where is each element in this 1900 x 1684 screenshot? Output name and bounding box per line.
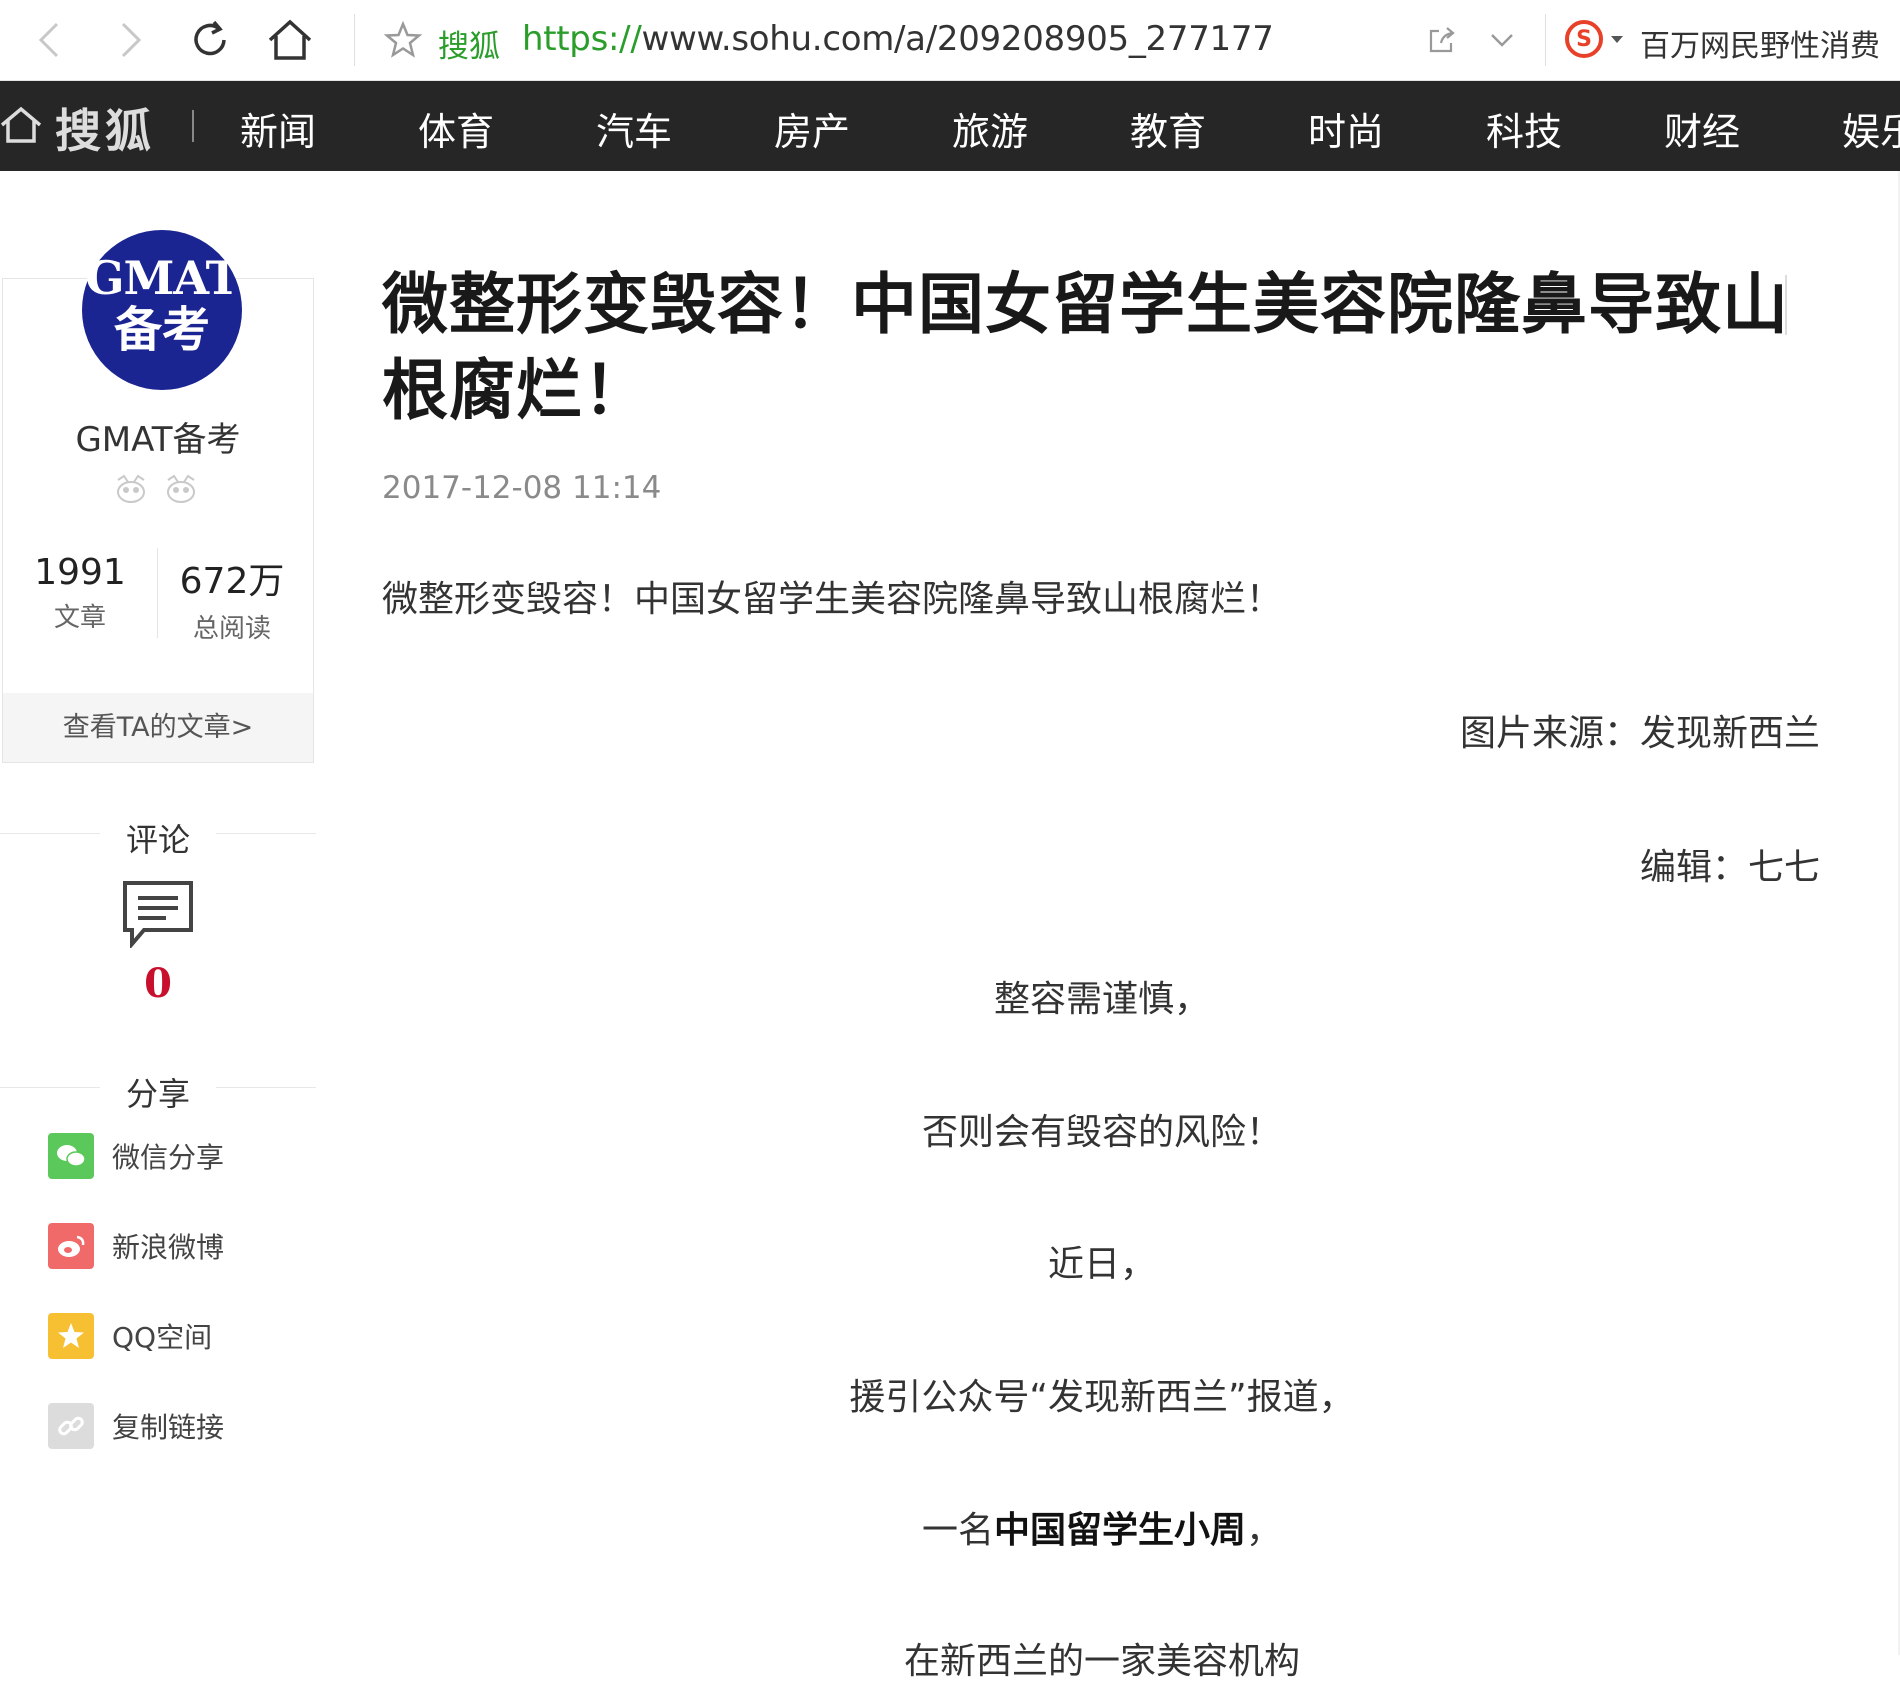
sogou-caret-icon[interactable] bbox=[1610, 35, 1624, 45]
weibo-icon bbox=[48, 1223, 94, 1269]
nav-item-sports[interactable]: 体育 bbox=[418, 101, 494, 156]
image-source: 图片来源：发现新西兰 bbox=[1459, 713, 1820, 754]
site-navigation: 搜狐 新闻 体育 汽车 房产 旅游 教育 时尚 科技 财经 娱乐 bbox=[0, 81, 1900, 171]
site-label: 搜狐 bbox=[438, 29, 500, 65]
nav-item-finance[interactable]: 财经 bbox=[1664, 101, 1740, 156]
comment-icon[interactable] bbox=[122, 880, 194, 948]
hot-search-text[interactable]: 百万网民野性消费 bbox=[1640, 21, 1880, 65]
stat-articles: 1991 文章 bbox=[5, 552, 155, 634]
back-icon bbox=[38, 22, 59, 58]
article-title: 微整形变毁容！中国女留学生美容院隆鼻导致山根腐烂！ bbox=[382, 266, 1789, 429]
articles-count: 1991 bbox=[34, 552, 126, 593]
stat-reads: 672万 总阅读 bbox=[157, 552, 307, 645]
back-button[interactable] bbox=[25, 14, 75, 66]
forward-icon bbox=[121, 22, 142, 58]
nav-item-entertainment[interactable]: 娱乐 bbox=[1842, 101, 1900, 156]
paragraph-5-bold: 中国留学生小周 bbox=[993, 1510, 1246, 1551]
nav-item-tech[interactable]: 科技 bbox=[1486, 101, 1562, 156]
articles-label: 文章 bbox=[53, 603, 106, 633]
share-out-icon bbox=[1429, 27, 1455, 53]
paragraph-4: 援引公众号“发现新西兰”报道， bbox=[849, 1377, 1355, 1418]
address-bar[interactable]: https://www.sohu.com/a/209208905_277177 bbox=[522, 19, 1274, 59]
paragraph-5-suffix: ， bbox=[1246, 1510, 1283, 1551]
avatar[interactable]: GMAT 备考 bbox=[82, 230, 242, 390]
sogou-icon[interactable]: S bbox=[1565, 20, 1603, 58]
toolbar-divider-2 bbox=[1545, 14, 1546, 66]
home-button[interactable] bbox=[265, 14, 315, 66]
bookmark-button[interactable] bbox=[378, 14, 428, 66]
refresh-button[interactable] bbox=[185, 14, 235, 66]
share-copy-link[interactable]: 复制链接 bbox=[48, 1403, 224, 1449]
nav-home-icon[interactable] bbox=[0, 105, 42, 145]
share-heading: 分享 bbox=[125, 1075, 190, 1113]
toolbar-divider bbox=[354, 14, 355, 66]
home-icon bbox=[268, 19, 312, 60]
star-icon bbox=[383, 20, 423, 58]
nav-divider bbox=[192, 110, 194, 142]
publish-time: 2017-12-08 11:14 bbox=[382, 470, 662, 506]
paragraph-3: 近日， bbox=[1047, 1244, 1156, 1285]
sohu-logo[interactable]: 搜狐 bbox=[55, 95, 155, 161]
nav-item-fashion[interactable]: 时尚 bbox=[1308, 101, 1384, 156]
share-weibo-label: 新浪微博 bbox=[112, 1231, 225, 1264]
reads-count: 672万 bbox=[179, 561, 285, 602]
nav-item-auto[interactable]: 汽车 bbox=[596, 101, 672, 156]
nav-item-house[interactable]: 房产 bbox=[774, 101, 850, 156]
nav-item-news[interactable]: 新闻 bbox=[240, 101, 316, 156]
title-divider bbox=[1785, 275, 1787, 335]
view-author-articles-link[interactable]: 查看TA的文章> bbox=[3, 693, 313, 762]
share-copy-link-label: 复制链接 bbox=[112, 1411, 225, 1444]
share-wechat-label: 微信分享 bbox=[112, 1141, 225, 1174]
author-badges bbox=[112, 472, 200, 506]
author-name[interactable]: GMAT备考 bbox=[0, 412, 316, 461]
share-weibo[interactable]: 新浪微博 bbox=[48, 1223, 224, 1269]
paragraph-5: 一名中国留学生小周， bbox=[382, 1501, 1822, 1553]
comments-heading: 评论 bbox=[125, 821, 190, 859]
address-dropdown[interactable] bbox=[1477, 14, 1527, 66]
avatar-text-line2: 备考 bbox=[113, 302, 210, 358]
browser-toolbar: 搜狐 https://www.sohu.com/a/209208905_2771… bbox=[0, 0, 1900, 81]
paragraph-1: 整容需谨慎， bbox=[993, 979, 1210, 1020]
share-qzone-label: QQ空间 bbox=[112, 1321, 213, 1354]
nav-item-education[interactable]: 教育 bbox=[1130, 101, 1206, 156]
url-text: www.sohu.com/a/209208905_277177 bbox=[641, 19, 1274, 59]
url-protocol: https:// bbox=[522, 19, 642, 59]
reads-label: 总阅读 bbox=[192, 614, 271, 644]
share-qzone[interactable]: QQ空间 bbox=[48, 1313, 212, 1359]
nav-item-travel[interactable]: 旅游 bbox=[952, 101, 1028, 156]
refresh-icon bbox=[194, 20, 226, 56]
forward-button[interactable] bbox=[105, 14, 155, 66]
avatar-text-line1: GMAT bbox=[85, 251, 240, 305]
link-icon bbox=[48, 1403, 94, 1449]
editor-credit: 编辑：七七 bbox=[1639, 847, 1820, 888]
share-out-button[interactable] bbox=[1417, 14, 1467, 66]
qzone-star-icon bbox=[48, 1313, 94, 1359]
article-lead: 微整形变毁容！中国女留学生美容院隆鼻导致山根腐烂！ bbox=[382, 579, 1283, 620]
comment-count[interactable]: 0 bbox=[0, 960, 316, 1007]
badge-icon bbox=[167, 474, 195, 503]
wechat-icon bbox=[48, 1133, 94, 1179]
paragraph-5-prefix: 一名 bbox=[921, 1510, 994, 1551]
paragraph-6: 在新西兰的一家美容机构 bbox=[903, 1641, 1300, 1682]
chevron-down-icon bbox=[1491, 34, 1513, 47]
share-wechat[interactable]: 微信分享 bbox=[48, 1133, 224, 1179]
paragraph-2: 否则会有毁容的风险！ bbox=[921, 1112, 1282, 1153]
badge-icon bbox=[117, 474, 145, 503]
